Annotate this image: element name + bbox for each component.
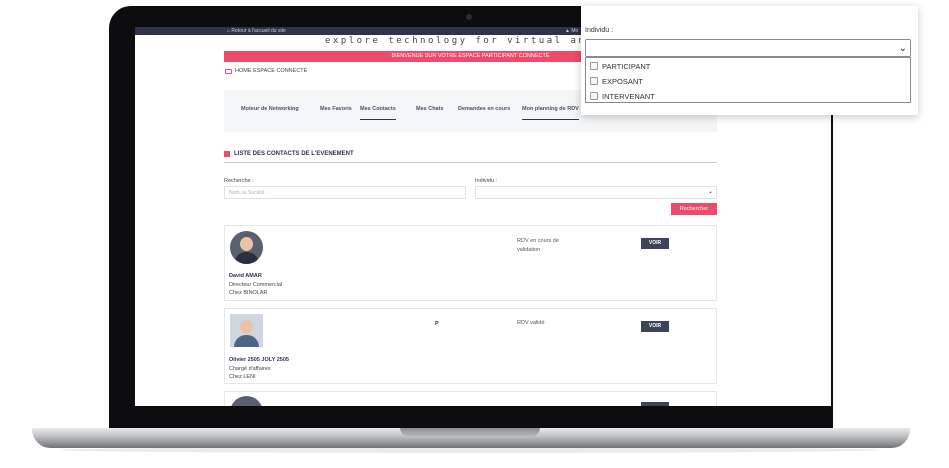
search-placeholder: Nom ou Société (229, 190, 265, 196)
contact-title: Directeur Commercial (229, 282, 283, 288)
option-exposant[interactable]: EXPOSANT (590, 75, 643, 87)
tab-contacts[interactable]: Mes Contacts (360, 106, 396, 120)
screenshot-stage: ⌂ Retour à l'accueil du site ▲ Mo explor… (0, 0, 949, 468)
voir-button[interactable]: VOIR (641, 238, 669, 249)
tab-demandes[interactable]: Demandes en cours (458, 106, 510, 112)
contact-card: David AMAR Directeur Commercial Chez BIN… (224, 225, 717, 301)
checkbox-icon[interactable] (590, 92, 598, 100)
option-label: INTERVENANT (602, 91, 655, 101)
tab-planning-rdv[interactable]: Mon planning de RDV (522, 106, 579, 120)
contact-title: Chargé d'affaires (229, 366, 271, 372)
voir-button[interactable]: VOIR (641, 321, 669, 332)
avatar (230, 314, 263, 347)
laptop-icon (225, 68, 232, 74)
section-title: LISTE DES CONTACTS DE L'EVENEMENT (234, 151, 354, 157)
individu-label: Individu : (475, 178, 498, 184)
checkbox-icon[interactable] (590, 62, 598, 70)
webcam-icon (466, 14, 472, 20)
tab-networking[interactable]: Moteur de Networking (241, 106, 299, 112)
search-button[interactable]: Rechercher (671, 203, 717, 215)
chevron-down-icon: ⌄ (707, 189, 713, 195)
contact-name: Olivier 2505 JOLY 2505 (229, 357, 289, 363)
avatar-body (234, 252, 259, 264)
chevron-down-icon: ⌄ (898, 43, 907, 54)
dropdown-label: Individu : (585, 27, 614, 34)
avatar-head (240, 237, 253, 251)
contact-company: Chez BINOLAR (229, 290, 268, 296)
search-input[interactable]: Nom ou Société (224, 186, 466, 199)
tab-chats[interactable]: Mes Chats (416, 106, 444, 112)
option-intervenant[interactable]: INTERVENANT (590, 90, 655, 102)
contact-card: Olivier 2505 JOLY 2505 Chargé d'affaires… (224, 308, 717, 384)
tab-favoris[interactable]: Mes Favoris (320, 106, 352, 112)
checkbox-icon[interactable] (590, 77, 598, 85)
individu-select[interactable]: ⌄ (475, 186, 717, 199)
rdv-status: RDV validé (517, 320, 545, 326)
option-label: EXPOSANT (602, 76, 643, 86)
home-link-label: HOME ESPACE CONNECTÉ (235, 68, 308, 74)
individu-dropdown-popup: Individu : ⌄ PARTICIPANT EXPOSANT INTERV… (581, 6, 918, 115)
rdv-status: RDV en cours de validation (517, 238, 559, 253)
contact-company: Chez LENI (229, 374, 256, 380)
dropdown-options: PARTICIPANT EXPOSANT INTERVENANT (585, 57, 911, 103)
account-link[interactable]: ▲ Mo (565, 27, 578, 35)
option-participant[interactable]: PARTICIPANT (590, 60, 650, 72)
section-header: LISTE DES CONTACTS DE L'EVENEMENT (224, 150, 717, 163)
contact-name: David AMAR (229, 273, 262, 279)
avatar-head (240, 320, 253, 334)
avatar (230, 396, 263, 406)
dropdown-select[interactable]: ⌄ (585, 39, 911, 57)
account-label: Mo (571, 28, 579, 34)
option-label: PARTICIPANT (602, 61, 651, 71)
presence-marker: P (435, 321, 439, 327)
voir-button[interactable] (641, 402, 669, 406)
laptop-notch (400, 428, 540, 436)
back-to-site-link[interactable]: ⌂ Retour à l'accueil du site (227, 27, 286, 35)
avatar-body (234, 335, 259, 347)
avatar (230, 231, 263, 264)
section-marker-icon (224, 151, 230, 157)
search-label: Recherche : (224, 178, 254, 184)
home-link[interactable]: HOME ESPACE CONNECTÉ (225, 68, 307, 74)
back-link-label: Retour à l'accueil du site (231, 28, 286, 34)
contact-card (224, 391, 717, 406)
